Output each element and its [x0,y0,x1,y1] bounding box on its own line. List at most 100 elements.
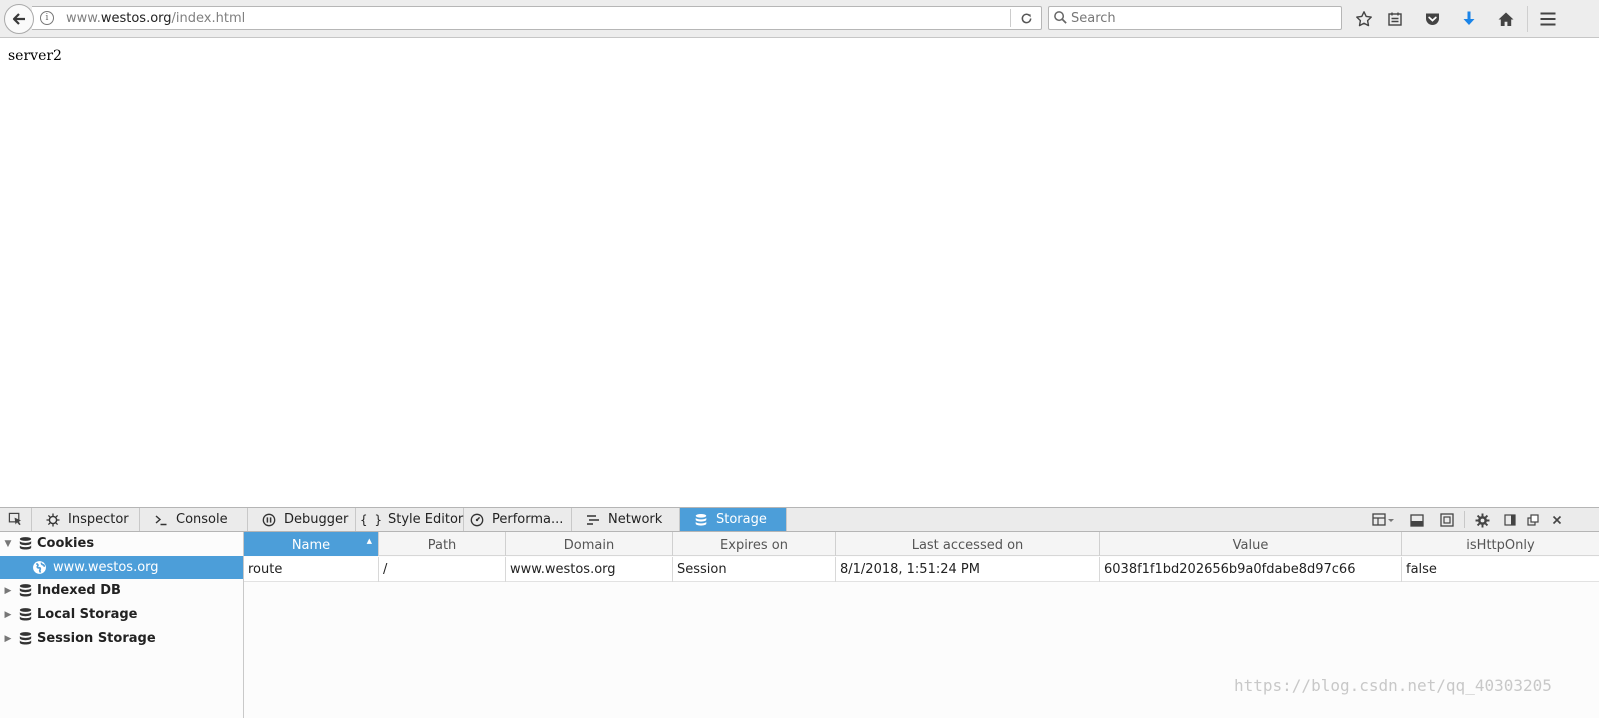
dock-side-icon[interactable] [1501,511,1519,529]
column-header-domain[interactable]: Domain [506,532,673,556]
cell-last-accessed-on[interactable]: 8/1/2018, 1:51:24 PM [836,557,1100,582]
tree-item-cookies[interactable]: ▼ Cookies [0,532,243,555]
url-prefix: www. [66,11,101,26]
table-row[interactable]: route / www.westos.org Session 8/1/2018,… [244,557,1599,582]
search-input[interactable] [1071,9,1331,27]
tab-performance[interactable]: Performa... [464,508,572,531]
url-host: westos.org [100,11,172,26]
toolbar-divider [1527,6,1528,32]
collapsed-twisty-icon[interactable]: ▶ [0,634,16,644]
watermark-text: https://blog.csdn.net/qq_40303205 [1234,676,1552,695]
tab-label: Console [176,512,228,527]
tree-item-label: Cookies [37,536,95,551]
tab-storage[interactable]: Storage [680,508,787,531]
column-header-path[interactable]: Path [379,532,506,556]
browser-toolbar: i www.westos.org/index.html [0,0,1599,38]
column-header-label: Value [1232,538,1269,553]
tab-label: Performa... [492,512,564,527]
back-arrow-icon [12,13,25,25]
table-header: Name ▲ Path Domain Expires on Last acces… [244,532,1599,556]
database-icon [16,631,34,646]
console-icon [154,513,168,527]
database-icon [16,536,34,551]
globe-icon [30,560,48,575]
collapsed-twisty-icon[interactable]: ▶ [0,610,16,620]
tree-item-indexed-db[interactable]: ▶ Indexed DB [0,579,243,602]
tab-label: Debugger [284,512,349,527]
hamburger-menu-icon[interactable] [1536,7,1560,31]
info-icon[interactable]: i [40,11,54,25]
tree-item-www-westos-org[interactable]: www.westos.org [0,556,243,579]
url-separator [1010,9,1011,27]
tree-item-session-storage[interactable]: ▶ Session Storage [0,627,243,650]
tab-style-editor[interactable]: { } Style Editor [356,508,464,531]
column-header-label: Name [291,538,331,553]
bookmark-star-icon[interactable] [1352,7,1376,31]
storage-tree: ▼ Cookies www.westos.org ▶ Indexed DB ▶ … [0,532,244,718]
column-header-label: Last accessed on [911,538,1024,553]
cell-ishttponly[interactable]: false [1402,557,1599,582]
pause-icon [262,513,276,527]
tree-item-local-storage[interactable]: ▶ Local Storage [0,603,243,626]
column-header-label: Path [427,538,457,553]
devtools-tab-strip: Inspector Console Debugger { } Style Edi… [0,507,1599,532]
tab-inspector[interactable]: Inspector [32,508,140,531]
cell-value[interactable]: 6038f1f1bd202656b9a0fdabe8d97c66 [1100,557,1402,582]
database-icon [694,513,708,527]
close-devtools-icon[interactable] [1548,511,1566,529]
tab-label: Style Editor [388,512,464,527]
collapsed-twisty-icon[interactable]: ▶ [0,586,16,596]
dock-bottom-icon[interactable] [1408,511,1426,529]
column-header-ishttponly[interactable]: isHttpOnly [1402,532,1599,556]
url-path: /index.html [171,11,246,26]
column-header-last-accessed-on[interactable]: Last accessed on [836,532,1100,556]
back-button[interactable] [4,4,34,34]
cell-expires-on[interactable]: Session [673,557,836,582]
download-icon[interactable] [1457,7,1481,31]
tree-item-label: Local Storage [37,607,138,622]
devtools-divider [1464,511,1465,528]
network-icon [586,513,600,527]
responsive-design-icon[interactable] [1438,511,1456,529]
column-header-name[interactable]: Name ▲ [244,532,379,556]
settings-gear-icon[interactable] [1473,511,1491,529]
column-header-label: isHttpOnly [1466,538,1535,553]
url-bar[interactable]: i www.westos.org/index.html [32,6,1042,30]
tab-label: Network [608,512,663,527]
database-icon [16,583,34,598]
tab-network[interactable]: Network [572,508,680,531]
column-header-label: Expires on [720,538,788,553]
search-bar[interactable] [1048,6,1342,30]
tab-label: Storage [716,512,767,527]
undock-window-icon[interactable] [1524,511,1542,529]
column-header-label: Domain [563,538,615,553]
reload-icon[interactable] [1017,9,1035,27]
column-header-expires-on[interactable]: Expires on [673,532,836,556]
braces-icon: { } [360,512,382,527]
tab-label: Inspector [68,512,129,527]
cell-name[interactable]: route [244,557,379,582]
search-icon [1053,10,1068,29]
database-icon [16,607,34,622]
cell-path[interactable]: / [379,557,506,582]
gauge-icon [470,513,484,527]
page-body-text: server2 [8,48,62,64]
tab-debugger[interactable]: Debugger [248,508,356,531]
tab-console[interactable]: Console [140,508,248,531]
tree-item-label: Indexed DB [37,583,121,598]
tree-item-label: www.westos.org [53,560,159,575]
cell-domain[interactable]: www.westos.org [506,557,673,582]
element-picker-button[interactable] [0,508,32,531]
page-content: server2 [0,39,1599,507]
split-console-dropdown-icon[interactable] [1370,511,1398,529]
pocket-icon[interactable] [1420,7,1444,31]
column-header-value[interactable]: Value [1100,532,1402,556]
bookmarks-list-icon[interactable] [1383,7,1407,31]
url-text[interactable]: www.westos.org/index.html [66,11,245,26]
gear-icon [46,513,60,527]
tree-item-label: Session Storage [37,631,156,646]
expanded-twisty-icon[interactable]: ▼ [0,539,16,549]
sort-ascending-icon: ▲ [366,537,372,545]
home-icon[interactable] [1494,7,1518,31]
picker-icon [8,512,22,526]
